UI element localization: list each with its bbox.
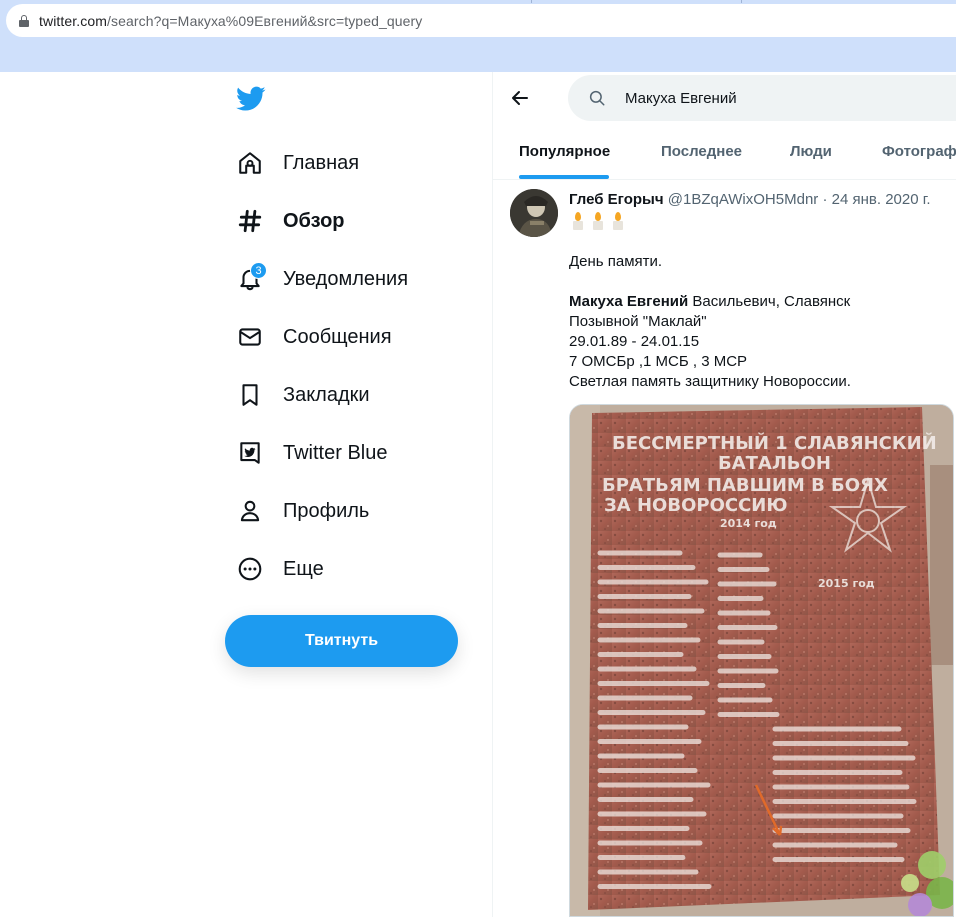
plaque-year-1: 2014 год xyxy=(720,517,777,530)
person-icon xyxy=(236,497,264,525)
url-text: twitter.com/search?q=Макуха%09Евгений&sr… xyxy=(39,12,423,29)
sidebar-item-label: Сообщения xyxy=(283,325,392,348)
tab-separator xyxy=(741,0,742,3)
author-name[interactable]: Глеб Егорыч xyxy=(569,191,664,208)
tweet-line: 29.01.89 - 24.01.15 xyxy=(569,333,700,350)
back-arrow-icon[interactable] xyxy=(508,86,532,110)
tab-photos[interactable]: Фотографии xyxy=(882,143,956,160)
plaque-title-3: БРАТЬЯМ ПАВШИМ В БОЯХ xyxy=(602,475,888,496)
tweet-line: Макуха Евгений Васильевич, Славянск xyxy=(569,293,851,310)
sidebar-item-label: Профиль xyxy=(283,499,370,522)
plaque-title-1: БЕССМЕРТНЫЙ 1 СЛАВЯНСКИЙ xyxy=(612,432,937,454)
plaque-year-2: 2015 год xyxy=(818,577,875,590)
sidebar-item-label: Twitter Blue xyxy=(283,441,388,464)
sidebar-item-more[interactable]: Еще xyxy=(236,549,324,589)
address-bar[interactable]: twitter.com/search?q=Макуха%09Евгений&sr… xyxy=(6,4,956,37)
browser-chrome: twitter.com/search?q=Макуха%09Евгений&sr… xyxy=(0,0,956,72)
separator-dot: · xyxy=(822,191,828,208)
plaque-title-2: БАТАЛЬОН xyxy=(718,453,831,474)
twitter-blue-icon xyxy=(236,439,264,467)
sidebar-item-label: Закладки xyxy=(283,383,370,406)
hashtag-icon xyxy=(236,207,264,235)
tweet-button[interactable]: Твитнуть xyxy=(225,615,458,667)
sidebar-item-label: Главная xyxy=(283,151,360,174)
author-handle[interactable]: @1BZqAWixOH5Mdnr xyxy=(668,191,819,208)
sidebar-item-label: Еще xyxy=(283,557,324,580)
search-query[interactable]: Макуха Евгений xyxy=(625,90,737,107)
tweet-line: День памяти. xyxy=(569,253,663,270)
notification-count-badge: 3 xyxy=(250,262,267,279)
tweet-date[interactable]: 24 янв. 2020 г. xyxy=(832,191,931,208)
memorial-plaque-image: БЕССМЕРТНЫЙ 1 СЛАВЯНСКИЙ БАТАЛЬОН БРАТЬЯ… xyxy=(570,405,953,916)
active-tab-indicator xyxy=(519,175,609,179)
sidebar-item-bookmarks[interactable]: Закладки xyxy=(236,375,370,415)
tab-people[interactable]: Люди xyxy=(790,143,832,160)
candle-icon xyxy=(591,212,605,230)
lock-icon xyxy=(19,15,29,27)
sidebar-item-twitter-blue[interactable]: Twitter Blue xyxy=(236,433,387,473)
search-tabs: Популярное Последнее Люди Фотографии xyxy=(493,125,956,180)
home-icon xyxy=(236,149,264,177)
tab-latest[interactable]: Последнее xyxy=(661,143,742,160)
tweet-text: День памяти. Макуха Евгений Васильевич, … xyxy=(569,252,851,392)
envelope-icon xyxy=(236,323,264,351)
plaque-title-4: ЗА НОВОРОССИЮ xyxy=(604,495,787,516)
candle-icon xyxy=(611,212,625,230)
sidebar-item-explore[interactable]: Обзор xyxy=(236,201,345,241)
twitter-logo-icon[interactable] xyxy=(236,86,266,112)
highlighted-name: Макуха Евгений xyxy=(569,293,689,310)
sidebar-item-label: Обзор xyxy=(283,209,345,232)
tweet-line: Позывной "Маклай" xyxy=(569,313,707,330)
candle-icon xyxy=(571,212,585,230)
tweet-line: 7 ОМСБр ,1 МСБ , 3 МСР xyxy=(569,353,748,370)
search-input[interactable]: Макуха Евгений xyxy=(568,75,956,121)
tab-separator xyxy=(531,0,532,3)
bell-icon: 3 xyxy=(236,262,267,293)
search-icon xyxy=(589,90,605,106)
tweet-header: Глеб Егорыч @1BZqAWixOH5Mdnr · 24 янв. 2… xyxy=(569,191,931,208)
sidebar-item-notifications[interactable]: 3 Уведомления xyxy=(236,259,408,299)
column-divider xyxy=(492,72,493,917)
tweet-photo[interactable]: БЕССМЕРТНЫЙ 1 СЛАВЯНСКИЙ БАТАЛЬОН БРАТЬЯ… xyxy=(569,404,954,917)
sidebar-item-profile[interactable]: Профиль xyxy=(236,491,369,531)
more-circle-icon xyxy=(236,555,264,583)
candle-emoji-row xyxy=(571,212,625,230)
tweet-line: Светлая память защитнику Новороссии. xyxy=(569,373,851,390)
sidebar-item-home[interactable]: Главная xyxy=(236,143,359,183)
bookmark-icon xyxy=(236,381,264,409)
avatar[interactable] xyxy=(510,189,558,237)
tab-top[interactable]: Популярное xyxy=(519,143,610,160)
sidebar-item-label: Уведомления xyxy=(283,267,409,290)
sidebar-item-messages[interactable]: Сообщения xyxy=(236,317,392,357)
